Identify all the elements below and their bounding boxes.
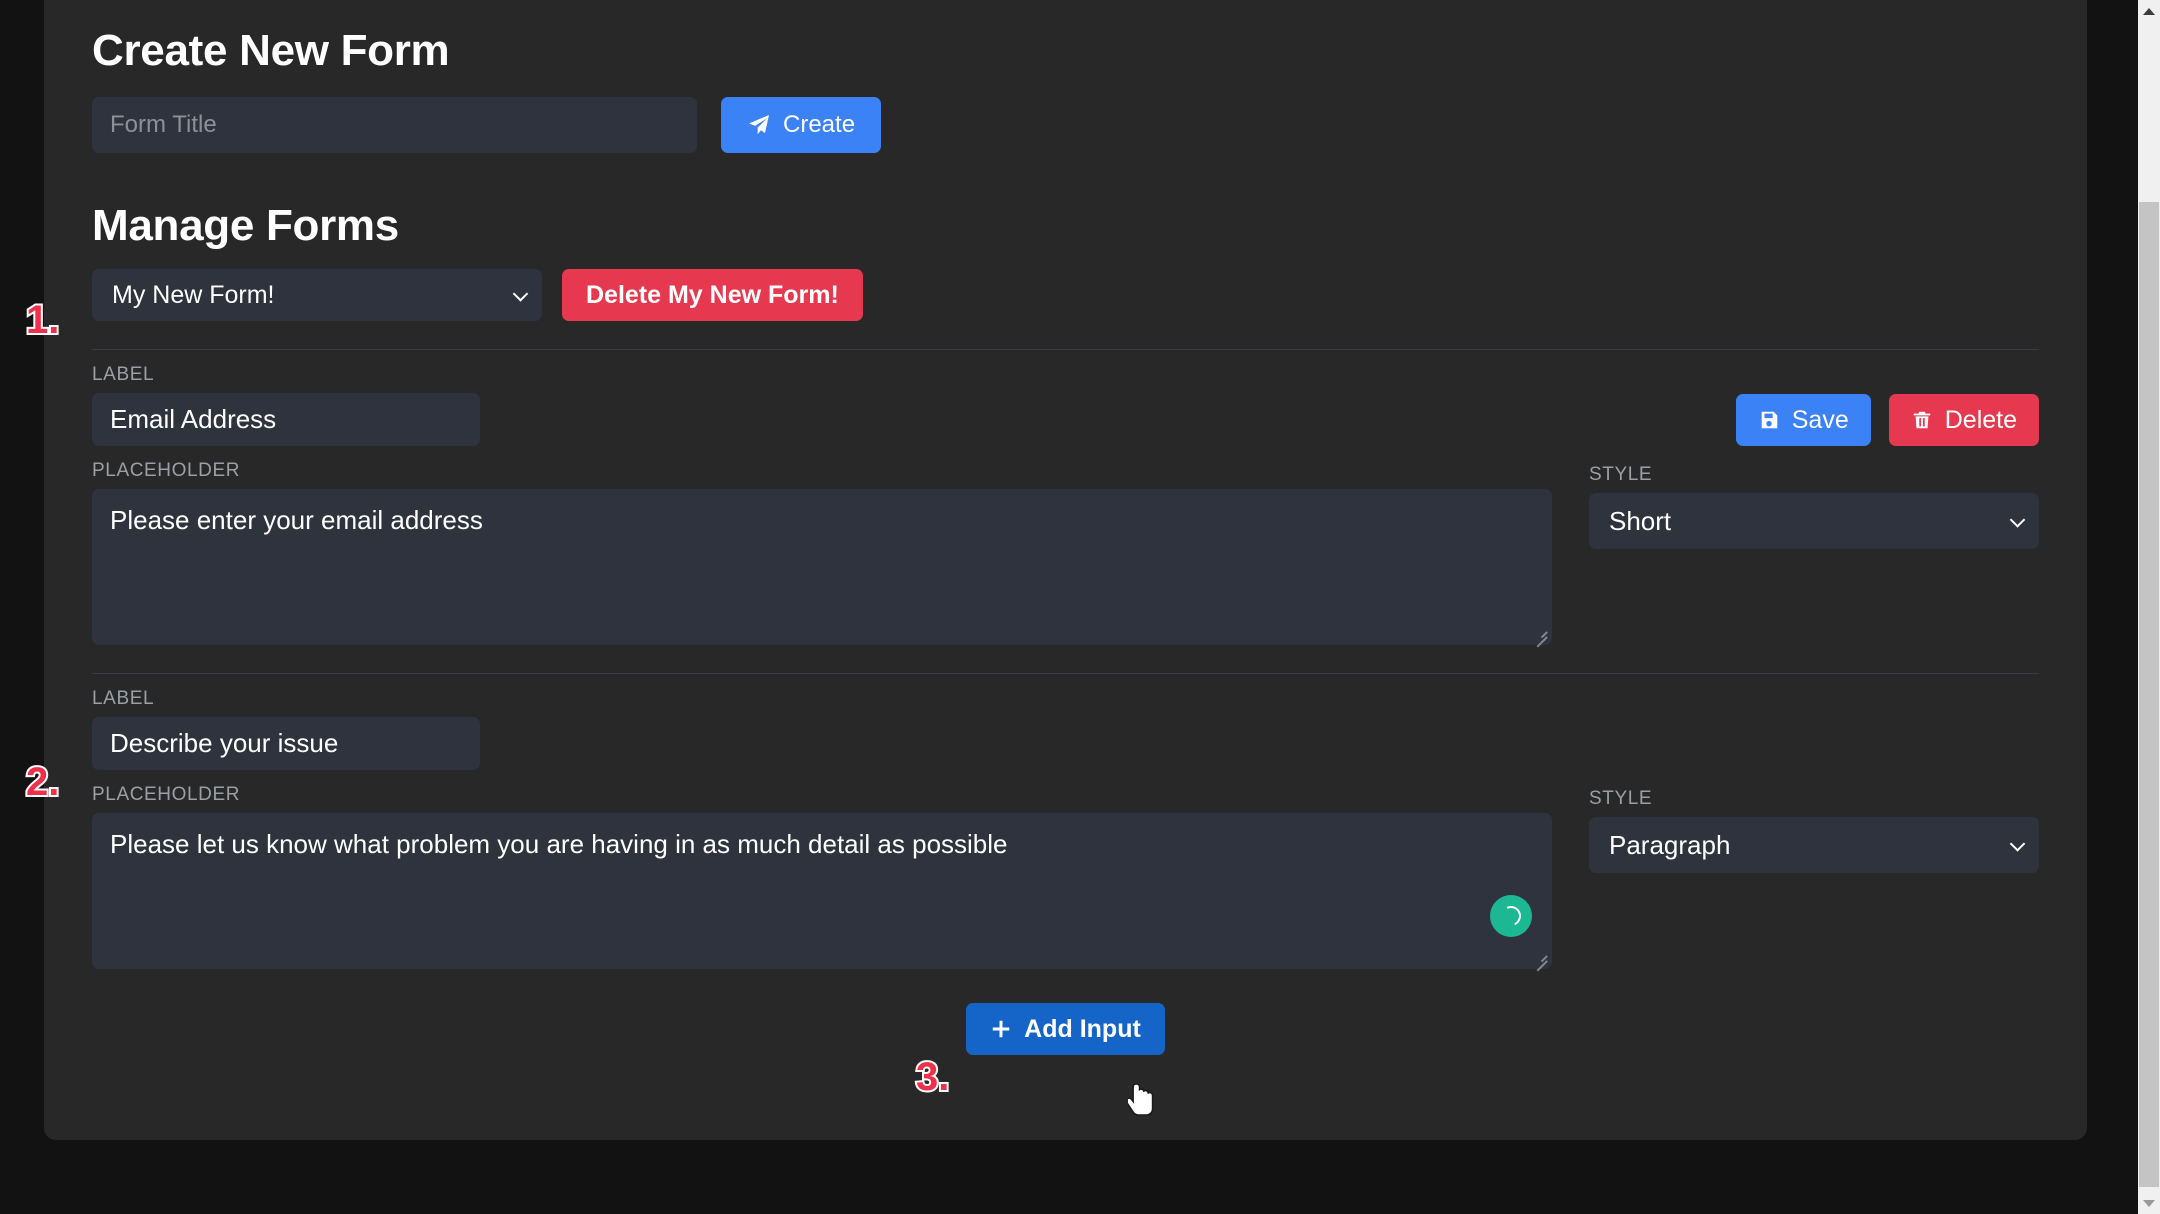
add-input-button[interactable]: Add Input xyxy=(966,1003,1165,1055)
create-form-title: Create New Form xyxy=(92,26,2039,77)
style-block: STYLE Short xyxy=(1589,464,2039,549)
create-button-label: Create xyxy=(783,111,855,139)
trash-icon xyxy=(1911,409,1933,431)
placeholder-field-caption: PLACEHOLDER xyxy=(92,784,1552,806)
placeholder-block: PLACEHOLDER Please let us know what prob… xyxy=(92,784,1552,969)
annotation-step-2: 2. xyxy=(26,760,59,805)
add-input-row: Add Input xyxy=(92,1003,2039,1055)
placeholder-textarea-wrapper: Please enter your email address xyxy=(92,489,1552,645)
placeholder-textarea-wrapper: Please let us know what problem you are … xyxy=(92,813,1552,969)
create-form-row: Create xyxy=(92,97,2039,153)
form-select-wrapper: My New Form! xyxy=(92,269,542,321)
plus-icon xyxy=(990,1018,1012,1040)
scroll-down-arrow-icon[interactable] xyxy=(2138,1192,2160,1214)
delete-input-button-label: Delete xyxy=(1945,406,2017,435)
input-label-field[interactable] xyxy=(92,717,480,770)
input-row-controls: Save Delete STYLE Short xyxy=(1589,364,2039,645)
delete-form-button[interactable]: Delete My New Form! xyxy=(562,269,863,321)
label-field-caption: LABEL xyxy=(92,364,1552,386)
placeholder-block: PLACEHOLDER Please enter your email addr… xyxy=(92,460,1552,645)
save-button-label: Save xyxy=(1792,406,1849,435)
manage-forms-title: Manage Forms xyxy=(92,201,2039,252)
vertical-scroll-thumb[interactable] xyxy=(2139,202,2159,1187)
page-left-gutter xyxy=(0,0,44,1214)
style-field-caption: STYLE xyxy=(1589,464,2039,486)
browser-scrollbar[interactable] xyxy=(2138,0,2160,1214)
style-select[interactable]: Paragraph xyxy=(1589,817,2039,873)
style-select-wrapper: Short xyxy=(1589,493,2039,549)
style-select[interactable]: Short xyxy=(1589,493,2039,549)
input-label-field[interactable] xyxy=(92,393,480,446)
input-placeholder-field[interactable]: Please enter your email address xyxy=(92,489,1552,645)
input-row-fields: LABEL PLACEHOLDER Please enter your emai… xyxy=(92,364,1552,645)
save-button[interactable]: Save xyxy=(1736,394,1871,446)
delete-input-button[interactable]: Delete xyxy=(1889,394,2039,446)
form-builder-card: Create New Form Create Manage Forms My N… xyxy=(44,0,2087,1140)
form-title-input[interactable] xyxy=(92,97,697,153)
input-row: LABEL PLACEHOLDER Please enter your emai… xyxy=(92,349,2039,645)
loading-spinner-icon xyxy=(1490,895,1532,937)
input-placeholder-field[interactable]: Please let us know what problem you are … xyxy=(92,813,1552,969)
input-row-controls: STYLE Paragraph xyxy=(1589,688,2039,969)
paper-plane-icon xyxy=(747,113,771,137)
scroll-up-arrow-icon[interactable] xyxy=(2138,0,2160,22)
annotation-step-3: 3. xyxy=(916,1055,949,1100)
style-select-wrapper: Paragraph xyxy=(1589,817,2039,873)
create-button[interactable]: Create xyxy=(721,97,881,153)
manage-forms-row: My New Form! Delete My New Form! xyxy=(92,269,2039,321)
label-field-caption: LABEL xyxy=(92,688,1552,710)
floppy-disk-icon xyxy=(1758,409,1780,431)
input-row: LABEL PLACEHOLDER Please let us know wha… xyxy=(92,673,2039,969)
style-block: STYLE Paragraph xyxy=(1589,788,2039,873)
add-input-button-label: Add Input xyxy=(1024,1015,1141,1044)
input-row-fields: LABEL PLACEHOLDER Please let us know wha… xyxy=(92,688,1552,969)
style-field-caption: STYLE xyxy=(1589,788,2039,810)
placeholder-field-caption: PLACEHOLDER xyxy=(92,460,1552,482)
annotation-step-1: 1. xyxy=(26,298,59,343)
input-action-buttons: Save Delete xyxy=(1589,394,2039,446)
form-select[interactable]: My New Form! xyxy=(92,269,542,321)
